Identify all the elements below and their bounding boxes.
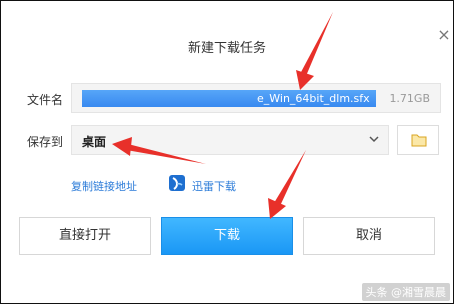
new-download-dialog: 新建下载任务 × 文件名 e_Win_64bit_dlm.sfx 1.71GB … (1, 1, 453, 303)
direct-open-button[interactable]: 直接打开 (19, 217, 151, 255)
browse-folder-button[interactable] (397, 125, 439, 155)
close-icon[interactable]: × (437, 27, 451, 43)
copy-link-address-link[interactable]: 复制链接地址 (71, 178, 137, 194)
download-button[interactable]: 下载 (161, 217, 293, 255)
filename-value: e_Win_64bit_dlm.sfx (257, 92, 370, 105)
xunlei-logo-icon (169, 175, 185, 191)
file-size: 1.71GB (389, 92, 430, 105)
chevron-down-icon (369, 136, 379, 143)
filename-field[interactable]: e_Win_64bit_dlm.sfx 1.71GB (71, 83, 441, 113)
cancel-button[interactable]: 取消 (303, 217, 435, 255)
saveto-label: 保存到 (27, 135, 64, 149)
filename-label: 文件名 (27, 93, 64, 107)
watermark: 头条 @湘雪晨晨 (361, 283, 450, 301)
saveto-dropdown[interactable]: 桌面 (71, 125, 389, 155)
saveto-value: 桌面 (82, 135, 107, 149)
folder-icon (411, 134, 427, 147)
dialog-title: 新建下载任务 (187, 41, 266, 56)
xunlei-download-link[interactable]: 迅雷下载 (192, 178, 236, 194)
